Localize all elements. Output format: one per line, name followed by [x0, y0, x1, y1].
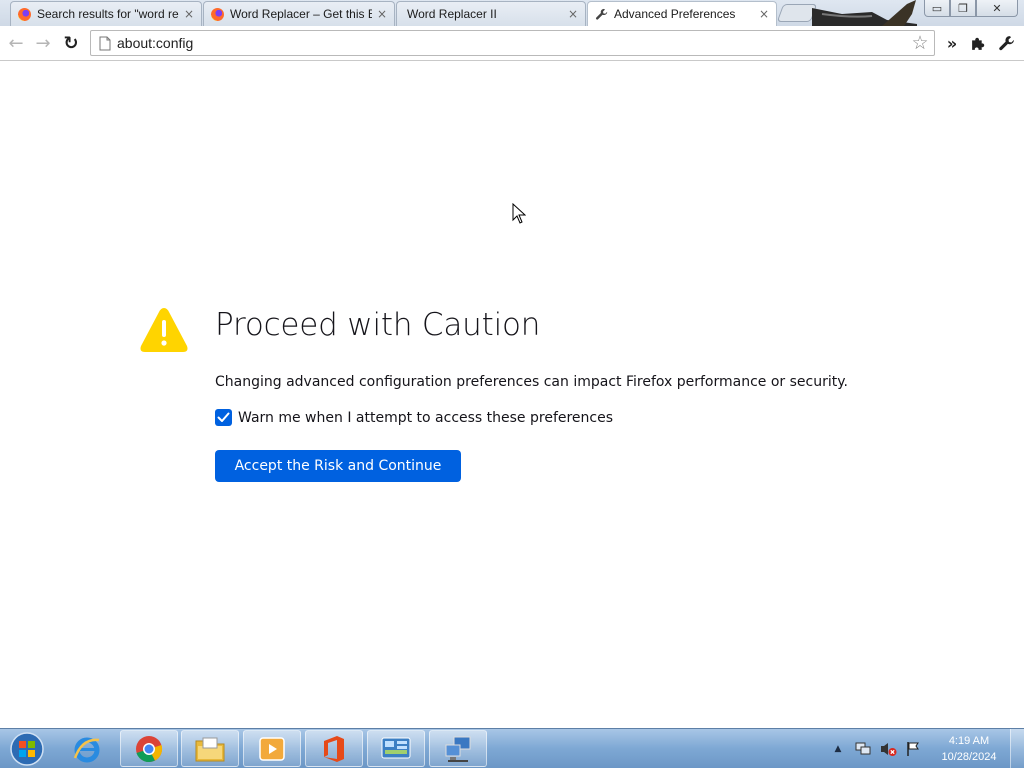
tab-word-replacer-addon[interactable]: Word Replacer – Get this Ex × [203, 1, 395, 26]
tab-title: Word Replacer II [407, 7, 497, 21]
warn-checkbox[interactable] [215, 409, 232, 426]
show-desktop-button[interactable] [1010, 729, 1024, 768]
internet-explorer-icon[interactable] [58, 730, 116, 767]
extensions-puzzle-icon[interactable] [968, 33, 988, 53]
warn-checkbox-label[interactable]: Warn me when I attempt to access these p… [238, 410, 613, 426]
warning-description: Changing advanced configuration preferen… [215, 374, 848, 390]
tab-strip: Search results for "word rep × Word Repl… [0, 0, 1024, 26]
bookmark-star-icon[interactable]: ☆ [910, 33, 930, 53]
network-icon[interactable] [853, 739, 873, 759]
overflow-menu-button[interactable]: » [942, 33, 962, 53]
restore-button[interactable]: ❐ [950, 0, 976, 17]
page-icon [97, 35, 113, 51]
forward-button[interactable]: → [32, 32, 54, 54]
minimize-button[interactable]: ▭ [924, 0, 950, 17]
reload-button[interactable]: ↻ [60, 32, 82, 54]
control-panel-icon[interactable] [367, 730, 425, 767]
office-icon[interactable] [305, 730, 363, 767]
window-controls: ▭ ❐ ✕ [924, 0, 1018, 17]
wrench-icon [594, 7, 609, 22]
close-tab-icon[interactable]: × [758, 7, 770, 21]
windows-taskbar: ▲ 4:19 AM 10/28/2024 [0, 728, 1024, 768]
tab-title: Search results for "word rep [37, 7, 179, 21]
firefox-icon [210, 7, 225, 22]
tab-advanced-preferences[interactable]: Advanced Preferences × [587, 1, 777, 26]
system-tray: ▲ 4:19 AM 10/28/2024 [828, 729, 1024, 768]
tab-search-results[interactable]: Search results for "word rep × [10, 1, 202, 26]
show-hidden-icons-button[interactable]: ▲ [828, 739, 848, 759]
network-connections-icon[interactable] [429, 730, 487, 767]
chrome-icon[interactable] [120, 730, 178, 767]
address-bar[interactable]: about:config ☆ [90, 30, 935, 56]
accept-risk-button[interactable]: Accept the Risk and Continue [215, 450, 461, 482]
warn-preference-checkbox-row[interactable]: Warn me when I attempt to access these p… [215, 409, 613, 426]
clock-date: 10/28/2024 [941, 751, 997, 763]
file-explorer-icon[interactable] [181, 730, 239, 767]
tab-title: Word Replacer – Get this Ex [230, 7, 372, 21]
volume-muted-icon[interactable] [878, 739, 898, 759]
taskbar-clock[interactable]: 4:19 AM 10/28/2024 [932, 733, 1006, 765]
page-title: Proceed with Caution [215, 307, 541, 343]
mouse-cursor-icon [512, 202, 527, 224]
tab-title: Advanced Preferences [614, 7, 736, 21]
media-player-icon[interactable] [243, 730, 301, 767]
close-tab-icon[interactable]: × [567, 7, 579, 21]
clock-time: 4:19 AM [948, 735, 990, 747]
close-tab-icon[interactable]: × [183, 7, 195, 21]
url-text[interactable]: about:config [117, 35, 193, 51]
action-center-flag-icon[interactable] [903, 739, 923, 759]
settings-wrench-icon[interactable] [996, 33, 1016, 53]
warning-triangle-icon [139, 306, 189, 354]
firefox-icon [17, 7, 32, 22]
back-button[interactable]: ← [5, 32, 27, 54]
navigation-toolbar: ← → ↻ about:config ☆ » [0, 26, 1024, 61]
close-tab-icon[interactable]: × [376, 7, 388, 21]
close-window-button[interactable]: ✕ [976, 0, 1018, 17]
start-button[interactable] [6, 731, 48, 767]
tab-word-replacer-ii[interactable]: Word Replacer II × [396, 1, 586, 26]
theme-background-art [812, 0, 917, 26]
